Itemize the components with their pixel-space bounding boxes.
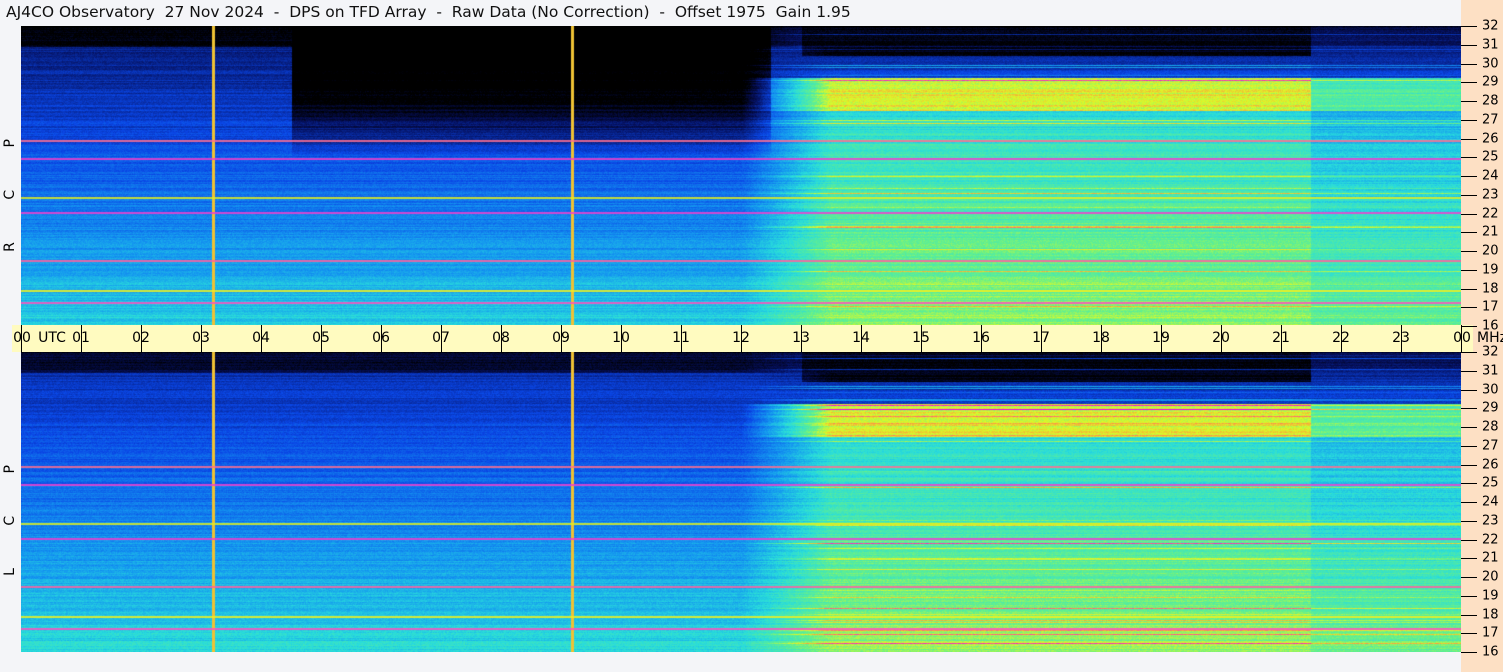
- time-tick-label: 16: [972, 330, 990, 346]
- frequency-tick-label: 29: [1482, 400, 1499, 416]
- rcp-panel-label: R C P: [2, 120, 18, 252]
- time-tick-label: 03: [192, 330, 210, 346]
- time-tick-label: 10: [612, 330, 630, 346]
- frequency-tick-label: 31: [1482, 363, 1499, 379]
- frequency-tick-label: 29: [1482, 74, 1499, 90]
- frequency-tick-label: 22: [1482, 206, 1499, 221]
- time-tick-label: 00: [1453, 330, 1471, 346]
- lcp-spectrogram: [21, 352, 1461, 652]
- frequency-tick: [1461, 652, 1477, 653]
- frequency-tick: [1461, 408, 1477, 410]
- frequency-tick-label: 27: [1482, 438, 1499, 454]
- time-tick-label: 20: [1212, 330, 1230, 346]
- frequency-tick-label: 19: [1482, 262, 1499, 278]
- frequency-tick: [1461, 119, 1477, 121]
- frequency-tick: [1461, 464, 1477, 466]
- frequency-tick: [1461, 157, 1477, 159]
- time-tick-label: 02: [132, 330, 150, 346]
- frequency-tick-label: 27: [1482, 112, 1499, 128]
- frequency-tick: [1461, 502, 1477, 503]
- frequency-tick-label: 23: [1482, 513, 1499, 529]
- frequency-tick-label: 24: [1482, 494, 1499, 510]
- frequency-tick-label: 23: [1482, 187, 1499, 203]
- frequency-tick-label: 20: [1482, 243, 1499, 259]
- time-tick-label: 17: [1032, 330, 1050, 346]
- frequency-tick-label: 21: [1482, 550, 1499, 566]
- frequency-tick: [1461, 288, 1477, 290]
- chart-title: AJ4CO Observatory 27 Nov 2024 - DPS on T…: [6, 3, 851, 21]
- frequency-tick-label: 17: [1482, 625, 1499, 641]
- frequency-tick: [1461, 194, 1477, 196]
- frequency-tick: [1461, 520, 1477, 522]
- frequency-tick-label: 26: [1482, 131, 1499, 146]
- time-tick-label: 14: [852, 330, 870, 346]
- time-tick-label: 09: [552, 330, 570, 346]
- frequency-tick-label: 32: [1482, 344, 1499, 360]
- time-tick-label: 04: [252, 330, 270, 346]
- time-tick-label: 12: [732, 330, 750, 346]
- time-tick-label: 05: [312, 330, 330, 346]
- frequency-tick: [1461, 44, 1477, 46]
- frequency-tick: [1461, 427, 1477, 428]
- frequency-tick: [1461, 614, 1477, 616]
- time-tick-label: 18: [1092, 330, 1110, 346]
- time-unit-label: UTC: [38, 330, 66, 346]
- frequency-tick: [1461, 251, 1477, 252]
- frequency-tick: [1461, 370, 1477, 372]
- frequency-tick: [1461, 595, 1477, 597]
- time-tick-label: 21: [1272, 330, 1290, 346]
- rcp-spectrogram: [21, 26, 1461, 326]
- frequency-tick-label: 16: [1482, 644, 1499, 660]
- frequency-tick: [1461, 307, 1477, 309]
- time-tick-label: 01: [72, 330, 90, 346]
- frequency-tick-label: 21: [1482, 224, 1499, 240]
- frequency-tick: [1461, 445, 1477, 447]
- lcp-panel-label: L C P: [2, 446, 18, 576]
- frequency-tick-label: 30: [1482, 382, 1499, 397]
- time-tick-label: 15: [912, 330, 930, 346]
- frequency-tick: [1461, 539, 1477, 541]
- time-tick-label: 00: [13, 330, 31, 346]
- frequency-tick: [1461, 82, 1477, 84]
- frequency-tick: [1461, 269, 1477, 271]
- time-tick-label: 06: [372, 330, 390, 346]
- frequency-tick: [1461, 101, 1477, 102]
- frequency-tick: [1461, 138, 1477, 140]
- time-tick-label: 22: [1332, 330, 1350, 346]
- frequency-tick-label: 22: [1482, 532, 1499, 547]
- frequency-tick-label: 26: [1482, 457, 1499, 472]
- time-tick-label: 13: [792, 330, 810, 346]
- frequency-tick-label: 18: [1482, 607, 1499, 622]
- frequency-tick: [1461, 63, 1477, 65]
- frequency-tick-label: 32: [1482, 18, 1499, 34]
- frequency-tick-label: 17: [1482, 299, 1499, 315]
- frequency-tick: [1461, 389, 1477, 391]
- frequency-tick-label: 31: [1482, 37, 1499, 53]
- time-tick-label: 07: [432, 330, 450, 346]
- frequency-tick: [1461, 633, 1477, 635]
- frequency-tick: [1461, 483, 1477, 485]
- frequency-tick: [1461, 213, 1477, 215]
- frequency-tick: [1461, 232, 1477, 234]
- time-tick-label: 23: [1392, 330, 1410, 346]
- frequency-tick: [1461, 26, 1477, 27]
- frequency-tick-label: 19: [1482, 588, 1499, 604]
- frequency-tick: [1461, 352, 1477, 353]
- frequency-tick-label: 24: [1482, 168, 1499, 184]
- time-tick-label: 19: [1152, 330, 1170, 346]
- frequency-tick-label: 30: [1482, 56, 1499, 71]
- frequency-tick-label: 28: [1482, 93, 1499, 109]
- frequency-tick-label: 16: [1482, 318, 1499, 334]
- frequency-tick: [1461, 326, 1477, 327]
- frequency-tick-label: 25: [1482, 475, 1499, 491]
- frequency-tick: [1461, 176, 1477, 177]
- frequency-tick: [1461, 577, 1477, 578]
- time-tick-label: 08: [492, 330, 510, 346]
- frequency-tick-label: 18: [1482, 281, 1499, 296]
- frequency-tick: [1461, 558, 1477, 560]
- time-tick-label: 11: [672, 330, 690, 346]
- frequency-tick-label: 25: [1482, 149, 1499, 165]
- frequency-tick-label: 28: [1482, 419, 1499, 435]
- frequency-tick-label: 20: [1482, 569, 1499, 585]
